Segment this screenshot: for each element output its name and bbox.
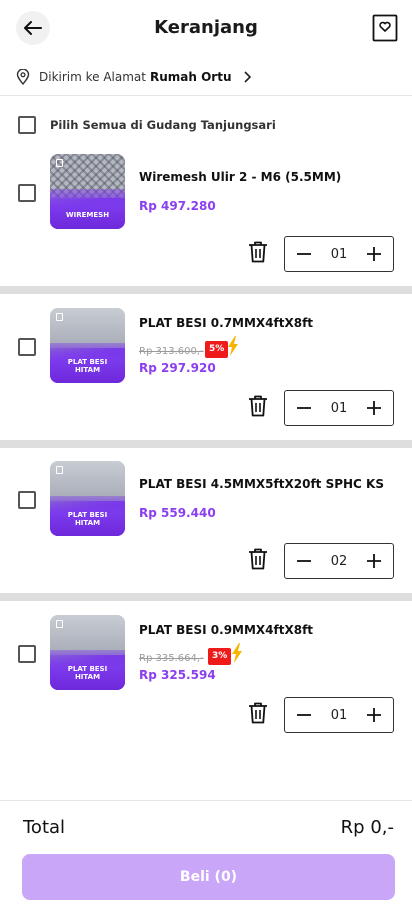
- app-header: Keranjang: [0, 0, 412, 58]
- quantity-value[interactable]: 01: [331, 401, 348, 416]
- discount-badge: 3%: [208, 648, 232, 665]
- trash-icon[interactable]: [247, 394, 269, 418]
- item-checkbox[interactable]: [18, 645, 36, 663]
- increase-button[interactable]: [365, 706, 383, 724]
- quantity-value[interactable]: 01: [331, 708, 348, 723]
- lightning-icon: [228, 336, 238, 356]
- product-image[interactable]: PLAT BESI HITAM: [50, 308, 125, 383]
- product-name[interactable]: PLAT BESI 4.5MMX5ftX20ft SPHC KS: [139, 477, 384, 491]
- footer-divider: [0, 800, 412, 801]
- thumb-label: WIREMESH: [65, 211, 110, 219]
- divider: [0, 593, 412, 601]
- shipping-address-row[interactable]: Dikirim ke Alamat Rumah Ortu: [0, 58, 412, 96]
- trash-icon[interactable]: [247, 240, 269, 264]
- cart-item: PLAT BESI HITAM PLAT BESI 0.7MMX4ftX8ft R…: [0, 308, 412, 450]
- plus-icon: [366, 401, 381, 415]
- decrease-button[interactable]: [295, 552, 313, 570]
- trash-icon[interactable]: [247, 701, 269, 725]
- minus-icon: [297, 407, 311, 409]
- warehouse-name: Gudang Tanjungsari: [146, 118, 276, 132]
- quantity-value[interactable]: 01: [331, 247, 348, 262]
- minus-icon: [297, 253, 311, 255]
- product-price: Rp 497.280: [139, 199, 216, 213]
- decrease-button[interactable]: [295, 399, 313, 417]
- decrease-button[interactable]: [295, 245, 313, 263]
- heart-bookmark-icon: [372, 14, 398, 42]
- wishlist-button[interactable]: [372, 14, 398, 42]
- cart-item: WIREMESH Wiremesh Ulir 2 - M6 (5.5MM) Rp…: [0, 154, 412, 296]
- cart-item: PLAT BESI HITAM PLAT BESI 0.9MMX4ftX8ft R…: [0, 615, 412, 757]
- decrease-button[interactable]: [295, 706, 313, 724]
- product-price: Rp 559.440: [139, 506, 216, 520]
- plus-icon: [366, 554, 381, 568]
- increase-button[interactable]: [365, 399, 383, 417]
- buy-button[interactable]: Beli (0): [22, 854, 395, 900]
- increase-button[interactable]: [365, 245, 383, 263]
- minus-icon: [297, 560, 311, 562]
- product-image[interactable]: PLAT BESI HITAM: [50, 615, 125, 690]
- item-checkbox[interactable]: [18, 338, 36, 356]
- chevron-right-icon: [243, 70, 251, 83]
- total-label: Total: [23, 817, 66, 838]
- plus-icon: [366, 708, 381, 722]
- product-image[interactable]: WIREMESH: [50, 154, 125, 229]
- quantity-stepper: 01: [284, 697, 394, 733]
- thumb-label: PLAT BESI HITAM: [67, 511, 108, 527]
- lightning-icon: [232, 643, 242, 663]
- location-pin-icon: [16, 68, 30, 85]
- quantity-stepper: 02: [284, 543, 394, 579]
- product-image[interactable]: PLAT BESI HITAM: [50, 461, 125, 536]
- divider: [0, 286, 412, 294]
- product-name[interactable]: PLAT BESI 0.9MMX4ftX8ft: [139, 623, 313, 637]
- thumb-label: PLAT BESI HITAM: [67, 358, 108, 374]
- quantity-stepper: 01: [284, 236, 394, 272]
- trash-icon[interactable]: [247, 547, 269, 571]
- discount-badge: 5%: [205, 341, 229, 358]
- product-price: Rp 297.920: [139, 361, 216, 375]
- total-value: Rp 0,-: [340, 817, 394, 838]
- product-name[interactable]: Wiremesh Ulir 2 - M6 (5.5MM): [139, 170, 341, 184]
- original-price: Rp 313.600,-: [139, 346, 204, 357]
- page-title: Keranjang: [154, 17, 258, 38]
- cart-item: PLAT BESI HITAM PLAT BESI 4.5MMX5ftX20ft …: [0, 461, 412, 603]
- original-price: Rp 335.664,-: [139, 653, 204, 664]
- quantity-value[interactable]: 02: [331, 554, 348, 569]
- product-name[interactable]: PLAT BESI 0.7MMX4ftX8ft: [139, 316, 313, 330]
- select-all-label: Pilih Semua di: [50, 118, 143, 132]
- item-checkbox[interactable]: [18, 184, 36, 202]
- select-all-row[interactable]: Pilih Semua di Gudang Tanjungsari: [18, 116, 276, 134]
- address-name: Rumah Ortu: [150, 69, 232, 84]
- select-all-checkbox[interactable]: [18, 116, 36, 134]
- thumb-label: PLAT BESI HITAM: [67, 665, 108, 681]
- product-price: Rp 325.594: [139, 668, 216, 682]
- address-prefix: Dikirim ke Alamat: [39, 69, 146, 84]
- item-checkbox[interactable]: [18, 491, 36, 509]
- increase-button[interactable]: [365, 552, 383, 570]
- plus-icon: [366, 247, 381, 261]
- quantity-stepper: 01: [284, 390, 394, 426]
- divider: [0, 440, 412, 448]
- minus-icon: [297, 714, 311, 716]
